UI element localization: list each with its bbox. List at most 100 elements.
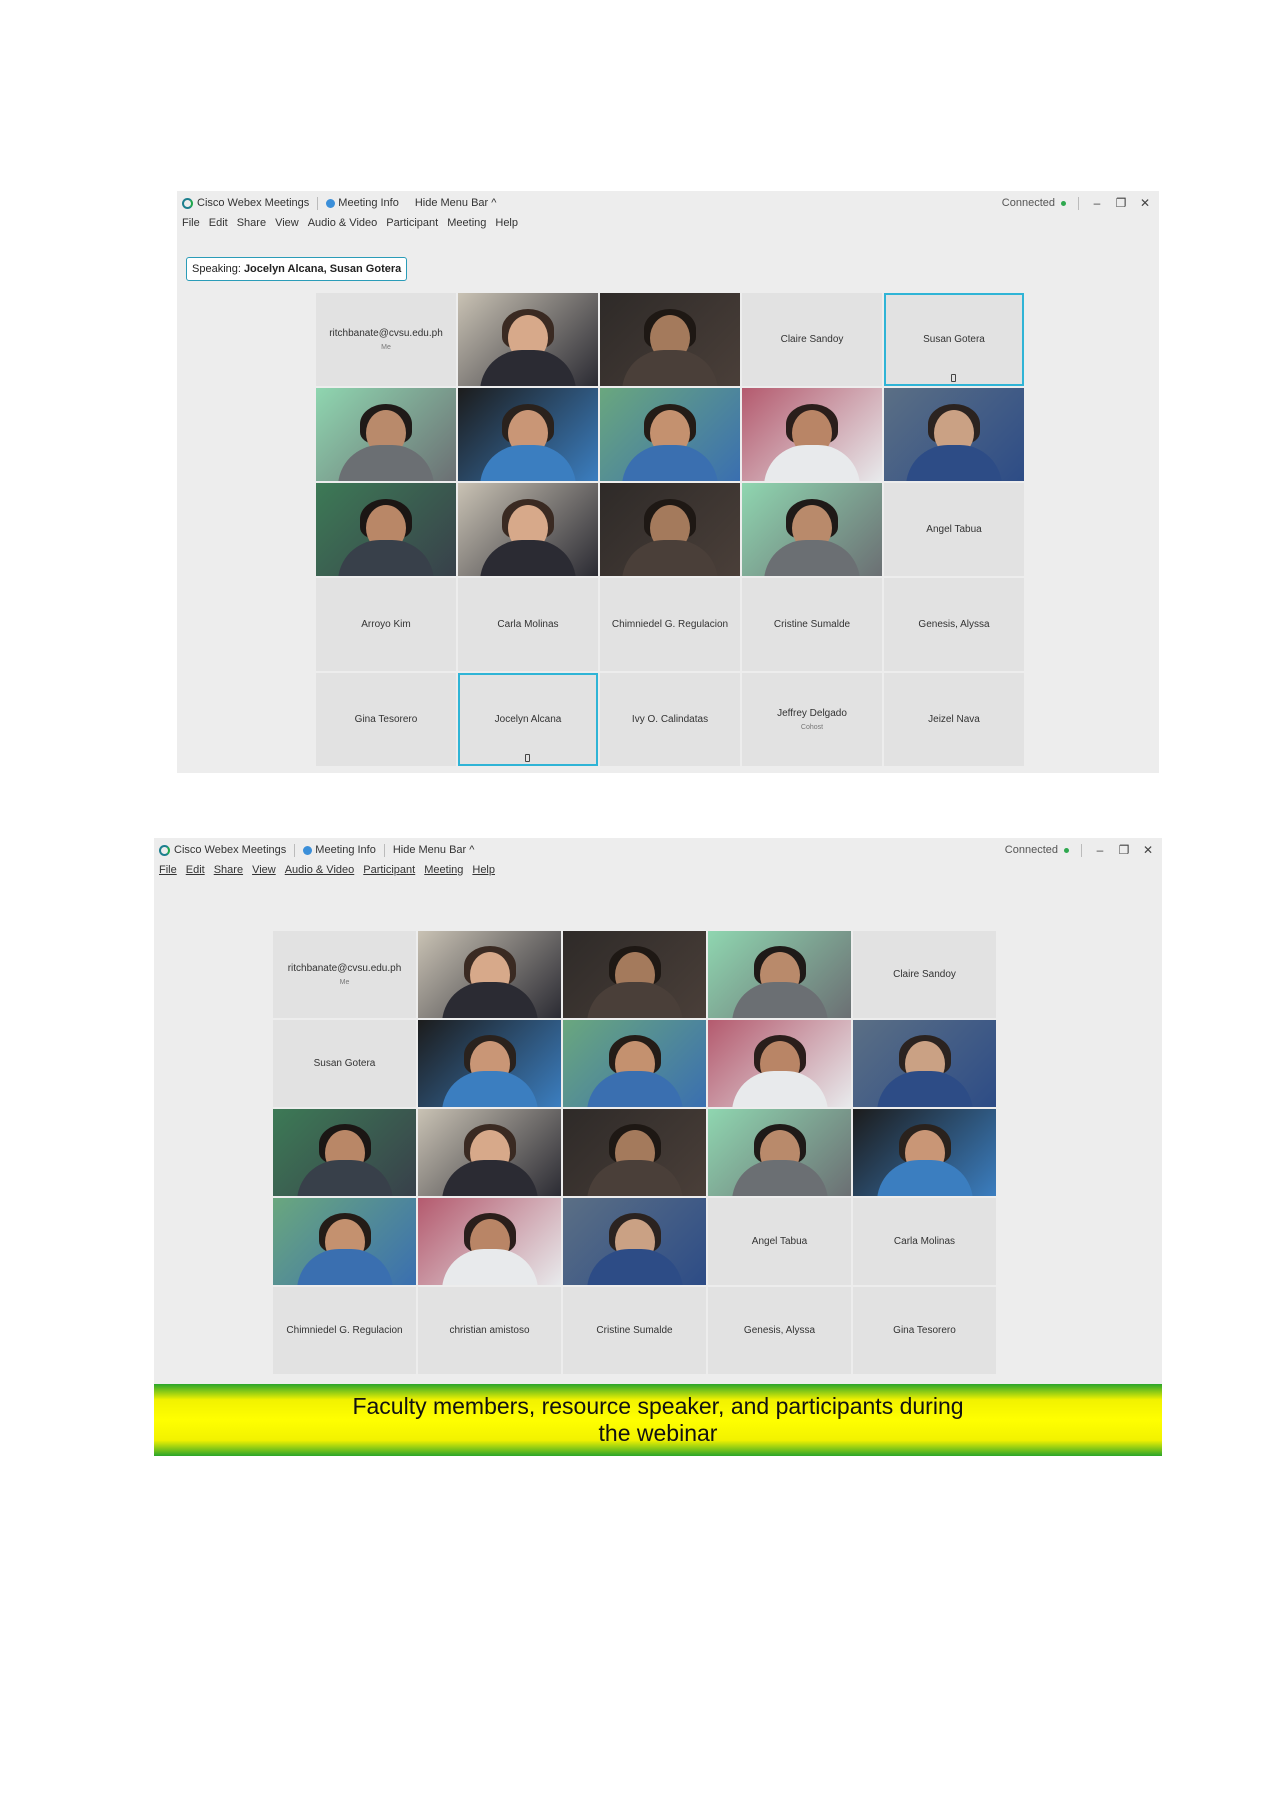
participant-video-tile[interactable] [316, 388, 456, 481]
participant-video-tile[interactable] [853, 1109, 996, 1196]
participant-video-tile[interactable] [458, 388, 598, 481]
participant-name-tile[interactable]: Jocelyn Alcana [458, 673, 598, 766]
menu-item-file[interactable]: File [159, 864, 177, 880]
participant-video-tile[interactable] [884, 388, 1024, 481]
hide-menu-bar-button[interactable]: Hide Menu Bar ^ [415, 197, 497, 209]
menu-item-edit[interactable]: Edit [186, 864, 205, 880]
participant-video-tile[interactable] [418, 1198, 561, 1285]
figure-caption: Faculty members, resource speaker, and p… [154, 1384, 1162, 1456]
participant-name-tile[interactable]: ritchbanate@cvsu.edu.ph Me [273, 931, 416, 1018]
divider [1081, 843, 1082, 857]
participant-name-tile[interactable]: Jeffrey Delgado Cohost [742, 673, 882, 766]
menu-bar: File Edit Share View Audio & Video Participan… [182, 217, 518, 233]
participant-video-tile[interactable] [600, 293, 740, 386]
meeting-info-button[interactable]: Meeting Info [326, 197, 399, 209]
menu-item-meeting[interactable]: Meeting [424, 864, 463, 880]
menu-item-edit[interactable]: Edit [209, 217, 228, 233]
participant-video-tile[interactable] [418, 1020, 561, 1107]
participant-name-tile[interactable]: Jeizel Nava [884, 673, 1024, 766]
participant-name-tile[interactable]: Claire Sandoy [742, 293, 882, 386]
minimize-button[interactable]: – [1094, 843, 1106, 857]
participant-name-tile[interactable]: Chimniedel G. Regulacion [600, 578, 740, 671]
menu-item-meeting[interactable]: Meeting [447, 217, 486, 233]
speaking-names: Jocelyn Alcana, Susan Gotera [243, 263, 402, 275]
participant-video-tile[interactable] [273, 1198, 416, 1285]
participant-video-tile[interactable] [316, 483, 456, 576]
titlebar: Cisco Webex Meetings Meeting Info Hide M… [154, 838, 1162, 862]
menu-item-share[interactable]: Share [237, 217, 266, 233]
participant-name-tile[interactable]: Gina Tesorero [853, 1287, 996, 1374]
hide-menu-bar-button[interactable]: Hide Menu Bar ^ [393, 844, 475, 856]
menu-item-participant[interactable]: Participant [363, 864, 415, 880]
participant-video-tile[interactable] [458, 293, 598, 386]
participant-name-tile[interactable]: Cristine Sumalde [742, 578, 882, 671]
participant-name-tile[interactable]: Carla Molinas [853, 1198, 996, 1285]
participant-video-tile[interactable] [708, 1020, 851, 1107]
participant-name: Cristine Sumalde [773, 619, 851, 630]
participant-name-tile[interactable]: Genesis, Alyssa [708, 1287, 851, 1374]
titlebar: Cisco Webex Meetings Meeting Info Hide M… [177, 191, 1159, 215]
participant-video-tile[interactable] [418, 1109, 561, 1196]
participant-role: Me [381, 344, 391, 351]
close-button[interactable]: ✕ [1139, 196, 1151, 210]
participant-role: Cohost [800, 724, 824, 731]
participant-role: Me [339, 979, 350, 986]
participant-video-tile[interactable] [600, 483, 740, 576]
participant-video-tile[interactable] [273, 1109, 416, 1196]
participant-name-tile[interactable]: Genesis, Alyssa [884, 578, 1024, 671]
participant-video-tile[interactable] [708, 931, 851, 1018]
participant-name-tile[interactable]: christian amistoso [418, 1287, 561, 1374]
participant-video-tile[interactable] [742, 388, 882, 481]
restore-button[interactable]: ❐ [1118, 843, 1130, 857]
participant-name-tile[interactable]: Susan Gotera [273, 1020, 416, 1107]
menu-item-view[interactable]: View [275, 217, 299, 233]
participant-name-tile[interactable]: Ivy O. Calindatas [600, 673, 740, 766]
participant-name-tile[interactable]: Gina Tesorero [316, 673, 456, 766]
participant-name-tile[interactable]: Carla Molinas [458, 578, 598, 671]
participant-name: Genesis, Alyssa [918, 619, 990, 630]
menu-item-share[interactable]: Share [214, 864, 243, 880]
participant-video-tile[interactable] [708, 1109, 851, 1196]
menu-item-audio-video[interactable]: Audio & Video [308, 217, 378, 233]
participant-name-tile[interactable]: Claire Sandoy [853, 931, 996, 1018]
participant-video-tile[interactable] [563, 931, 706, 1018]
participant-video-tile[interactable] [458, 483, 598, 576]
participant-name-tile[interactable]: Arroyo Kim [316, 578, 456, 671]
minimize-button[interactable]: – [1091, 196, 1103, 210]
restore-button[interactable]: ❐ [1115, 196, 1127, 210]
participant-name-tile[interactable]: Cristine Sumalde [563, 1287, 706, 1374]
participant-name: Arroyo Kim [361, 619, 411, 630]
participant-name-tile[interactable]: Chimniedel G. Regulacion [273, 1287, 416, 1374]
participant-video-tile[interactable] [563, 1109, 706, 1196]
participant-name: Jeizel Nava [928, 714, 980, 725]
close-button[interactable]: ✕ [1142, 843, 1154, 857]
participant-video-tile[interactable] [563, 1198, 706, 1285]
participant-video-tile[interactable] [418, 931, 561, 1018]
participant-name: Susan Gotera [923, 334, 985, 345]
menu-item-help[interactable]: Help [495, 217, 518, 233]
participant-name-tile[interactable]: ritchbanate@cvsu.edu.ph Me [316, 293, 456, 386]
meeting-info-button[interactable]: Meeting Info [303, 844, 376, 856]
webex-logo-icon [182, 197, 193, 209]
connected-dot-icon [1061, 201, 1066, 206]
participant-video-tile[interactable] [853, 1020, 996, 1107]
info-icon [303, 845, 313, 855]
participant-video-tile[interactable] [563, 1020, 706, 1107]
app-title[interactable]: Cisco Webex Meetings [159, 844, 286, 856]
participant-name-tile[interactable]: Angel Tabua [884, 483, 1024, 576]
app-title-text: Cisco Webex Meetings [174, 844, 287, 856]
participant-video-tile[interactable] [742, 483, 882, 576]
participant-name: Gina Tesorero [893, 1325, 956, 1336]
menu-item-audio-video[interactable]: Audio & Video [285, 864, 355, 880]
meeting-info-label: Meeting Info [315, 844, 376, 856]
participant-video-tile[interactable] [600, 388, 740, 481]
menu-item-view[interactable]: View [252, 864, 276, 880]
divider [1078, 196, 1079, 210]
menu-item-participant[interactable]: Participant [386, 217, 438, 233]
app-title[interactable]: Cisco Webex Meetings [182, 197, 309, 209]
menu-item-help[interactable]: Help [472, 864, 495, 880]
menu-item-file[interactable]: File [182, 217, 200, 233]
info-icon [326, 198, 336, 208]
participant-name-tile[interactable]: Susan Gotera [884, 293, 1024, 386]
participant-name-tile[interactable]: Angel Tabua [708, 1198, 851, 1285]
